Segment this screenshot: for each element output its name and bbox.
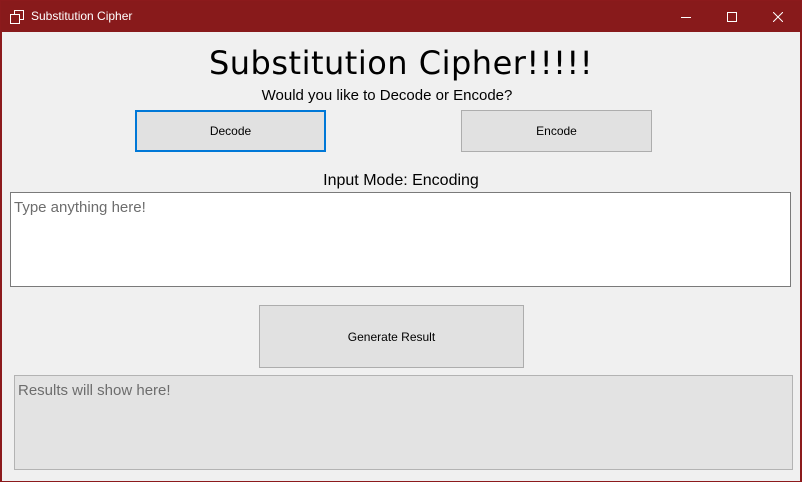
page-title: Substitution Cipher!!!!! [208,44,594,82]
app-icon [10,9,24,24]
encode-button[interactable]: Encode [461,110,652,152]
window-title: Substitution Cipher [31,9,133,23]
mode-prompt: Would you like to Decode or Encode? [261,87,513,104]
minimize-button[interactable] [663,1,709,32]
minimize-icon [681,7,691,26]
decode-button[interactable]: Decode [135,110,326,152]
maximize-button[interactable] [709,1,755,32]
result-placeholder: Results will show here! [18,382,171,399]
maximize-icon [727,7,737,26]
title-bar[interactable]: Substitution Cipher [1,1,801,32]
close-icon [772,7,784,26]
client-area: Substitution Cipher!!!!! Would you like … [2,32,800,481]
app-window: Substitution Cipher Substitution Cipher!… [0,0,802,482]
input-textbox[interactable]: Type anything here! [10,192,791,287]
input-mode-label: Input Mode: Encoding [323,172,479,189]
result-textbox[interactable]: Results will show here! [14,375,793,470]
close-button[interactable] [755,1,801,32]
generate-result-button[interactable]: Generate Result [259,305,524,368]
input-placeholder: Type anything here! [14,199,146,216]
